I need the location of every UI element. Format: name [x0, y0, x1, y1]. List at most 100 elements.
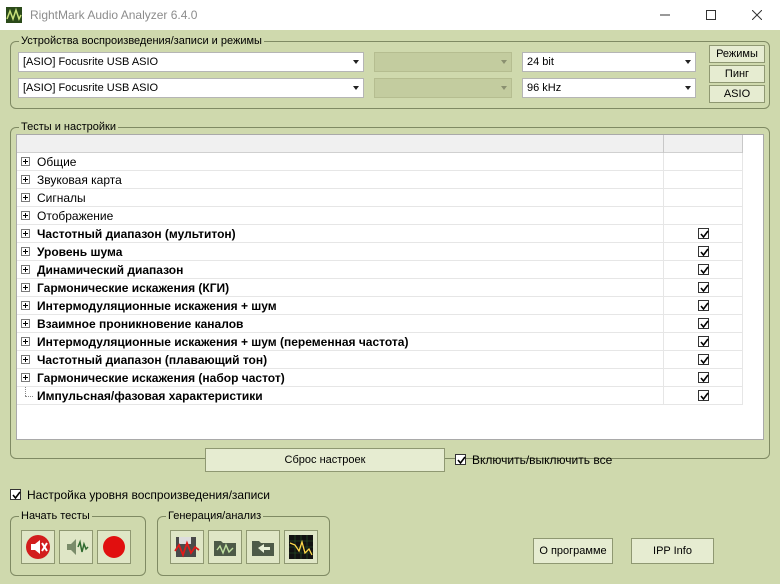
generation-label: Генерация/анализ [166, 509, 264, 523]
tree-row[interactable]: Уровень шума [17, 243, 743, 261]
folder-wave-icon [214, 541, 236, 556]
tree-row-label: Частотный диапазон (мультитон) [37, 227, 236, 241]
open-signal-button[interactable] [208, 530, 242, 564]
test-sound-button[interactable] [59, 530, 93, 564]
test-enabled-checkbox[interactable] [698, 354, 709, 365]
toggle-all-label: Включить/выключить все [472, 453, 613, 467]
maximize-button[interactable] [688, 0, 734, 30]
checkmark-icon [700, 230, 709, 239]
expand-plus-icon[interactable] [21, 247, 30, 256]
tree-row-label: Звуковая карта [37, 173, 122, 187]
ipp-info-button[interactable]: IPP Info [631, 538, 714, 564]
tree-row-label: Гармонические искажения (КГИ) [37, 281, 230, 295]
load-analysis-button[interactable] [246, 530, 280, 564]
test-enabled-checkbox[interactable] [698, 372, 709, 383]
chevron-down-icon [501, 86, 507, 90]
tree-row[interactable]: Звуковая карта [17, 171, 743, 189]
tree-row-label: Взаимное проникновение каналов [37, 317, 244, 331]
modes-button[interactable]: Режимы [709, 45, 765, 63]
reset-settings-button[interactable]: Сброс настроек [205, 448, 445, 472]
playback-device-select[interactable]: [ASIO] Focusrite USB ASIO [18, 52, 364, 72]
expand-plus-icon[interactable] [21, 283, 30, 292]
test-enabled-checkbox[interactable] [698, 264, 709, 275]
expand-plus-icon[interactable] [21, 157, 30, 166]
test-enabled-checkbox[interactable] [698, 282, 709, 293]
test-enabled-checkbox[interactable] [698, 300, 709, 311]
record-device-value: [ASIO] Focusrite USB ASIO [23, 82, 159, 94]
tree-row[interactable]: Отображение [17, 207, 743, 225]
expand-plus-icon[interactable] [21, 355, 30, 364]
tree-row[interactable]: Импульсная/фазовая характеристики [17, 387, 743, 405]
tree-row[interactable]: Интермодуляционные искажения + шум (пере… [17, 333, 743, 351]
tree-row[interactable]: Динамический диапазон [17, 261, 743, 279]
test-enabled-checkbox[interactable] [698, 318, 709, 329]
speaker-wave-icon [67, 539, 89, 555]
test-enabled-checkbox[interactable] [698, 246, 709, 257]
tree-row-column [663, 207, 743, 225]
expand-plus-icon[interactable] [21, 175, 30, 184]
tree-row[interactable]: Взаимное проникновение каналов [17, 315, 743, 333]
checkmark-icon [700, 302, 709, 311]
tree-row[interactable]: Гармонические искажения (КГИ) [17, 279, 743, 297]
start-tests-label: Начать тесты [19, 509, 92, 523]
tree-row[interactable]: Частотный диапазон (мультитон) [17, 225, 743, 243]
sample-rate-select[interactable]: 96 kHz [522, 78, 696, 98]
expand-plus-icon[interactable] [21, 319, 30, 328]
sample-rate-value: 96 kHz [527, 82, 562, 94]
checkmark-icon [457, 456, 466, 465]
tree-line [25, 387, 26, 396]
close-button[interactable] [734, 0, 780, 30]
tree-row[interactable]: Сигналы [17, 189, 743, 207]
expand-plus-icon[interactable] [21, 211, 30, 220]
tree-row-label: Сигналы [37, 191, 86, 205]
devices-group-label: Устройства воспроизведения/записи и режи… [19, 34, 264, 48]
toggle-all-checkbox[interactable] [455, 454, 466, 465]
graph-icon [289, 535, 313, 559]
tree-row[interactable]: Гармонические искажения (набор частот) [17, 369, 743, 387]
tree-row-label: Частотный диапазон (плавающий тон) [37, 353, 268, 367]
analysis-graph-button[interactable] [284, 530, 318, 564]
expand-plus-icon[interactable] [21, 193, 30, 202]
bit-depth-select[interactable]: 24 bit [522, 52, 696, 72]
record-button[interactable] [97, 530, 131, 564]
expand-plus-icon[interactable] [21, 337, 30, 346]
expand-plus-icon[interactable] [21, 373, 30, 382]
tree-row[interactable]: Интермодуляционные искажения + шум [17, 297, 743, 315]
checkmark-icon [700, 248, 709, 257]
playback-device-value: [ASIO] Focusrite USB ASIO [23, 56, 159, 68]
save-signal-button[interactable] [170, 530, 204, 564]
playback-mode-select[interactable] [374, 52, 512, 72]
test-enabled-checkbox[interactable] [698, 228, 709, 239]
tests-tree[interactable]: Общие Звуковая карта Сигналы Отображение Час… [16, 134, 764, 440]
tree-row-column [663, 171, 743, 189]
test-enabled-checkbox[interactable] [698, 336, 709, 347]
expand-plus-icon[interactable] [21, 229, 30, 238]
tree-row-label: Интермодуляционные искажения + шум [37, 299, 277, 313]
checkmark-icon [700, 374, 709, 383]
tree-row-label: Общие [37, 155, 77, 169]
tree-row-column [663, 153, 743, 171]
checkmark-icon [700, 266, 709, 275]
test-playback-button[interactable] [21, 530, 55, 564]
bit-depth-value: 24 bit [527, 56, 554, 68]
tree-row-label: Гармонические искажения (набор частот) [37, 371, 285, 385]
tree-row[interactable]: Общие [17, 153, 743, 171]
tests-group-label: Тесты и настройки [19, 120, 118, 134]
asio-button[interactable]: ASIO [709, 85, 765, 103]
about-button[interactable]: О программе [533, 538, 613, 564]
tree-row[interactable]: Частотный диапазон (плавающий тон) [17, 351, 743, 369]
close-icon [752, 10, 762, 20]
ping-button[interactable]: Пинг [709, 65, 765, 83]
record-device-select[interactable]: [ASIO] Focusrite USB ASIO [18, 78, 364, 98]
test-enabled-checkbox[interactable] [698, 390, 709, 401]
checkmark-icon [700, 320, 709, 329]
app-icon [6, 7, 22, 23]
record-mode-select[interactable] [374, 78, 512, 98]
checkmark-icon [12, 491, 21, 500]
expand-plus-icon[interactable] [21, 265, 30, 274]
level-setup-checkbox[interactable] [10, 489, 21, 500]
chevron-down-icon [685, 60, 691, 64]
expand-plus-icon[interactable] [21, 301, 30, 310]
minimize-button[interactable] [642, 0, 688, 30]
tree-row-label: Импульсная/фазовая характеристики [37, 389, 263, 403]
